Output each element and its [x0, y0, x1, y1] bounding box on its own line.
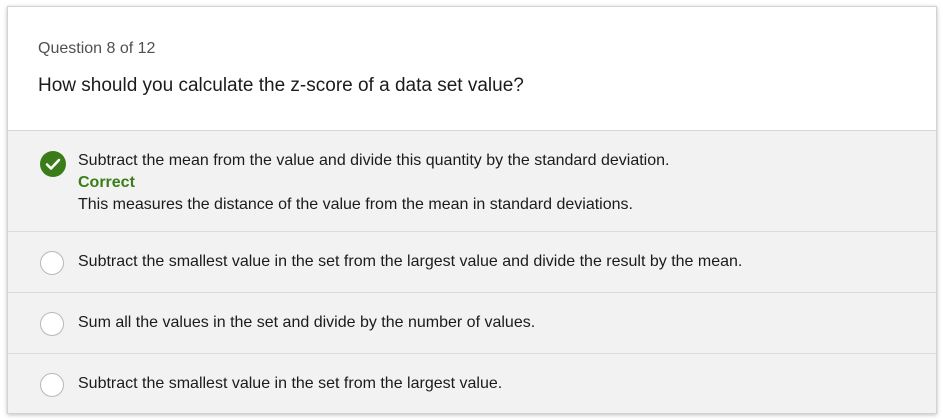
- answer-option-2[interactable]: Subtract the smallest value in the set f…: [8, 232, 936, 293]
- answer-option-text: Subtract the smallest value in the set f…: [78, 375, 503, 392]
- correct-status-label: Correct: [78, 174, 135, 191]
- answer-option-text: Subtract the mean from the value and div…: [78, 152, 670, 169]
- check-circle-icon: [40, 151, 66, 177]
- answer-option-1[interactable]: Subtract the mean from the value and div…: [8, 131, 936, 232]
- question-text: How should you calculate the z-score of …: [38, 75, 524, 96]
- radio-empty-icon[interactable]: [40, 373, 64, 397]
- question-counter: Question 8 of 12: [38, 40, 156, 57]
- radio-empty-icon[interactable]: [40, 312, 64, 336]
- question-card: Question 8 of 12 How should you calculat…: [7, 6, 937, 414]
- answer-option-4[interactable]: Subtract the smallest value in the set f…: [8, 354, 936, 413]
- answer-explanation: This measures the distance of the value …: [78, 196, 633, 213]
- question-header: Question 8 of 12 How should you calculat…: [8, 7, 936, 131]
- radio-empty-icon[interactable]: [40, 251, 64, 275]
- answer-option-text: Subtract the smallest value in the set f…: [78, 253, 743, 270]
- answer-option-3[interactable]: Sum all the values in the set and divide…: [8, 293, 936, 354]
- answer-option-text: Sum all the values in the set and divide…: [78, 314, 536, 331]
- answer-options: Subtract the mean from the value and div…: [8, 131, 936, 413]
